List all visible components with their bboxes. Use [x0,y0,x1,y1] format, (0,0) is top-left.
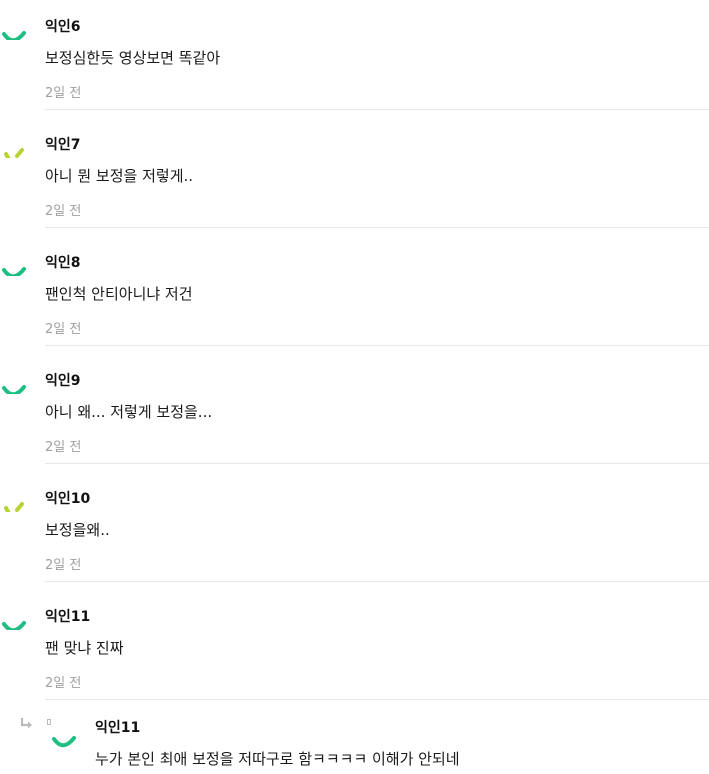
comment-item: 익인7 아니 뭔 보정을 저렇게.. 2일 전 [0,118,709,236]
comment-author[interactable]: 익인6 [45,16,81,36]
comment-time: 2일 전 [45,676,82,691]
comment-time: 2일 전 [45,86,82,101]
avatar-icon [4,148,24,158]
divider [45,345,709,346]
comment-time: 2일 전 [45,440,82,455]
divider [45,463,709,464]
avatar-icon [52,736,76,748]
comment-author[interactable]: 익인11 [45,606,90,626]
comment-item: 익인11 팬 맞냐 진짜 2일 전 [0,590,709,708]
divider [45,581,709,582]
comment-text: 아니 뭔 보정을 저렇게.. [45,167,194,185]
reply-author[interactable]: 익인11 [95,717,140,737]
comment-time: 2일 전 [45,322,82,337]
comment-author[interactable]: 익인8 [45,252,81,272]
comment-text: 아니 왜... 저렇게 보정을... [45,403,213,421]
comment-text: 팬인척 안티아니냐 저건 [45,285,193,303]
comment-item: 익인9 아니 왜... 저렇게 보정을... 2일 전 [0,354,709,472]
comment-time: 2일 전 [45,558,82,573]
comment-text: 보정을왜.. [45,521,110,539]
divider [45,227,709,228]
comment-list: 익인6 보정심한듯 영상보면 똑같아 2일 전 익인7 아니 뭔 보정을 저렇게… [0,0,709,774]
comment-author[interactable]: 익인10 [45,488,90,508]
reply-item: 익인11 누가 본인 최애 보정을 저따구로 함ㅋㅋㅋㅋ 이해가 안되네 [0,701,709,774]
comment-item: 익인6 보정심한듯 영상보면 똑같아 2일 전 [0,0,709,118]
avatar-icon [2,621,26,630]
comment-text: 팬 맞냐 진짜 [45,639,124,657]
avatar-icon [2,385,26,394]
divider [45,109,709,110]
reply-arrow-icon [20,718,32,729]
comment-author[interactable]: 익인7 [45,134,81,154]
comment-text: 보정심한듯 영상보면 똑같아 [45,49,221,67]
avatar-icon [2,31,26,40]
reply-text: 누가 본인 최애 보정을 저따구로 함ㅋㅋㅋㅋ 이해가 안되네 [95,750,460,768]
avatar-icon [4,502,24,512]
avatar-icon [2,267,26,276]
divider [45,699,709,700]
comment-author[interactable]: 익인9 [45,370,81,390]
comment-item: 익인8 팬인척 안티아니냐 저건 2일 전 [0,236,709,354]
comment-time: 2일 전 [45,204,82,219]
comment-item: 익인10 보정을왜.. 2일 전 [0,472,709,590]
